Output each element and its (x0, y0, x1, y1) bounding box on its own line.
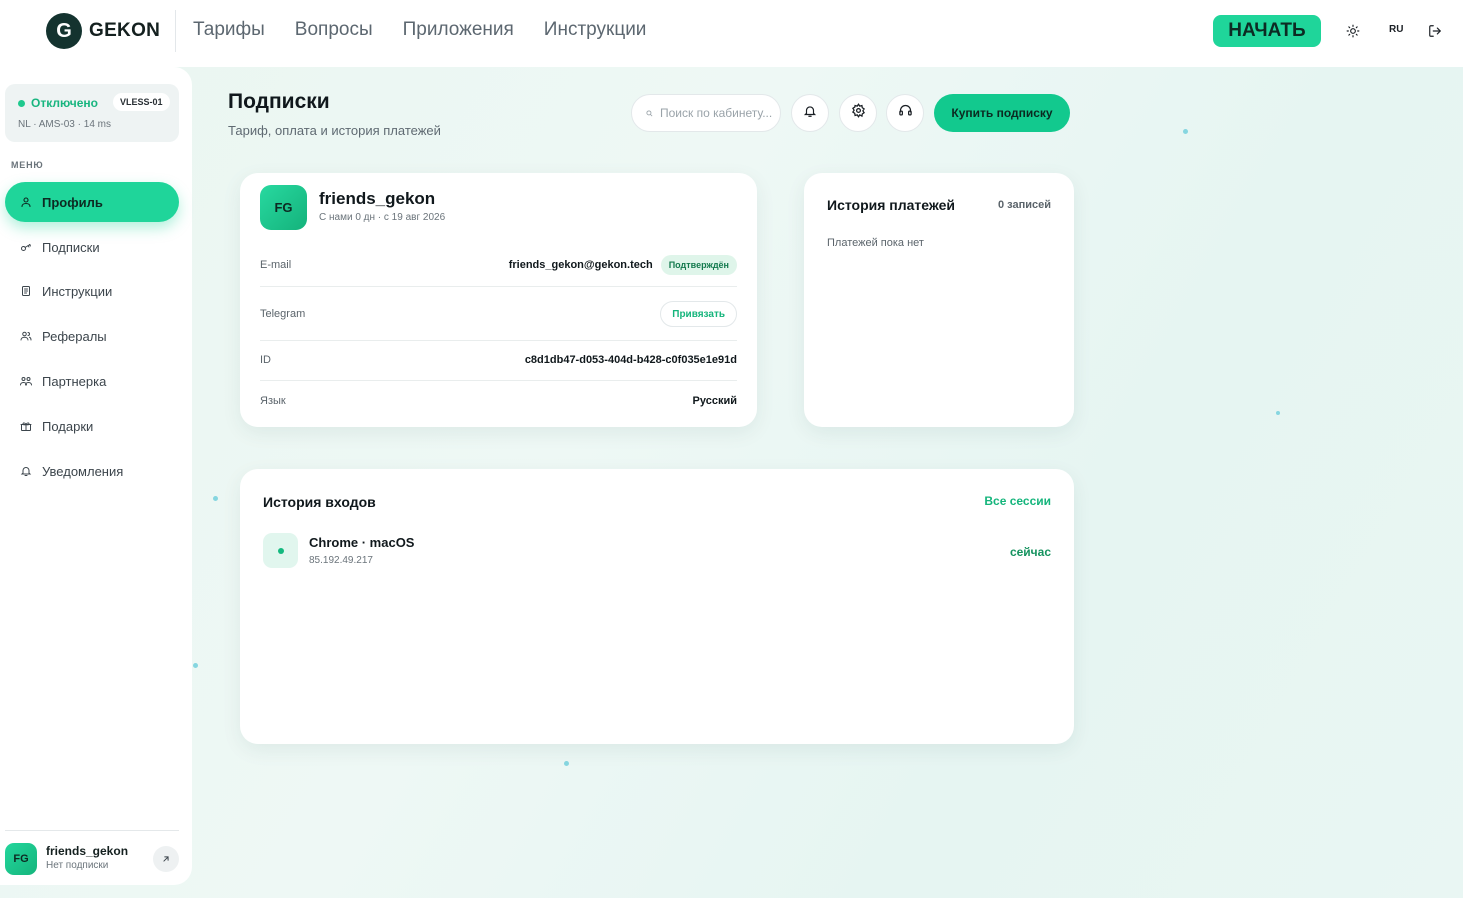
language-switch[interactable]: RU (1389, 24, 1403, 35)
sidebar-item-label: Профиль (42, 194, 103, 210)
sidebar-item-notifications[interactable]: Уведомления (5, 451, 179, 491)
users-icon (19, 330, 32, 343)
profile-card: FG friends_gekon С нами 0 дн · с 19 авг … (240, 173, 757, 427)
divider (260, 340, 737, 341)
settings-button[interactable] (839, 94, 877, 132)
profile-row-telegram: Telegram Привязать (260, 300, 737, 328)
session-device-icon (263, 533, 298, 568)
all-sessions-link[interactable]: Все сессии (984, 494, 1051, 508)
protocol-badge: VLESS-01 (113, 93, 170, 111)
decor-dot (564, 761, 569, 766)
id-label: ID (260, 354, 271, 366)
logout-icon[interactable] (1426, 22, 1444, 40)
sidebar-item-label: Подписки (42, 239, 100, 255)
id-value: c8d1db47-d053-404d-b428-c0f035e1e91d (524, 354, 737, 366)
headset-icon (898, 103, 913, 123)
sidebar-item-gifts[interactable]: Подарки (5, 406, 179, 446)
group-icon (19, 375, 32, 388)
session-device: Chrome · macOS (309, 535, 415, 550)
decor-dot (193, 663, 198, 668)
session-ip: 85.192.49.217 (309, 555, 373, 566)
nav-link-apps[interactable]: Приложения (403, 19, 514, 41)
top-navbar: G GEKON Тарифы Вопросы Приложения Инстру… (0, 0, 1463, 67)
divider (260, 286, 737, 287)
decor-dot (1183, 129, 1188, 134)
status-dot-icon (18, 99, 25, 107)
sidebar: Отключено VLESS-01 NL · AMS-03 · 14 ms М… (0, 67, 192, 885)
sidebar-user: FG friends_gekon Нет подписки (5, 830, 179, 882)
sidebar-user-plan: Нет подписки (46, 860, 109, 871)
session-row[interactable]: Chrome · macOS 85.192.49.217 сейчас (263, 533, 1051, 569)
sidebar-item-instructions[interactable]: Инструкции (5, 271, 179, 311)
user-icon (19, 196, 32, 209)
decor-dot (1276, 411, 1280, 415)
brand-name: GEKON (89, 20, 161, 41)
sidebar-item-label: Партнерка (42, 373, 107, 389)
sidebar-item-subscriptions[interactable]: Подписки (5, 227, 179, 267)
bind-telegram-button[interactable]: Привязать (660, 301, 737, 327)
sidebar-item-profile[interactable]: Профиль (5, 182, 179, 222)
gear-icon (851, 103, 866, 123)
sidebar-user-name: friends_gekon (46, 844, 129, 858)
login-history-title: История входов (263, 494, 376, 510)
language-value[interactable]: Русский (693, 395, 737, 407)
avatar[interactable]: FG (5, 843, 37, 875)
connection-meta: NL · AMS-03 · 14 ms (18, 119, 111, 130)
theme-toggle-sun-icon[interactable] (1344, 22, 1362, 40)
nav-divider (175, 10, 176, 52)
email-label: E-mail (260, 259, 292, 271)
support-button[interactable] (886, 94, 924, 132)
avatar: FG (260, 185, 307, 230)
notifications-button[interactable] (791, 94, 829, 132)
profile-row-language: Язык Русский (260, 391, 737, 411)
connection-status: Отключено (18, 96, 98, 110)
document-icon (19, 285, 32, 298)
gift-icon (19, 420, 32, 433)
sidebar-item-label: Подарки (42, 418, 94, 434)
online-dot-icon (277, 547, 284, 554)
search-icon (646, 104, 653, 122)
search-input[interactable] (660, 106, 778, 120)
bell-icon (803, 104, 817, 123)
sidebar-item-label: Уведомления (42, 463, 124, 479)
nav-link-tariffs[interactable]: Тарифы (193, 19, 265, 41)
start-button[interactable]: НАЧАТЬ (1213, 15, 1321, 47)
payment-empty-state: Платежей пока нет (827, 237, 924, 249)
telegram-label: Telegram (260, 308, 306, 320)
divider (260, 380, 737, 381)
connection-card[interactable]: Отключено VLESS-01 NL · AMS-03 · 14 ms (5, 84, 179, 142)
profile-row-email: E-mail friends_gekon@gekon.tech Подтверж… (260, 253, 737, 277)
page-title: Подписки (228, 90, 330, 113)
sidebar-item-label: Рефералы (42, 328, 107, 344)
brand-logo[interactable]: G GEKON (46, 13, 160, 49)
language-label: Язык (260, 395, 286, 407)
payment-history-card: История платежей 0 записей Платежей пока… (804, 173, 1074, 427)
connection-status-label: Отключено (31, 96, 98, 110)
main-nav: Тарифы Вопросы Приложения Инструкции (193, 19, 646, 41)
search-box[interactable] (631, 94, 781, 132)
page-subtitle: Тариф, оплата и история платежей (228, 123, 441, 138)
nav-link-instructions[interactable]: Инструкции (544, 19, 647, 41)
gekon-logo-icon: G (46, 13, 82, 49)
decor-dot (213, 496, 218, 501)
sidebar-item-partners[interactable]: Партнерка (5, 361, 179, 401)
open-external-icon[interactable] (153, 846, 179, 872)
payment-count: 0 записей (997, 199, 1051, 211)
login-history-card: История входов Все сессии Chrome · macOS… (240, 469, 1074, 744)
menu-title: МЕНЮ (11, 160, 44, 170)
profile-since: С нами 0 дн · с 19 авг 2026 (319, 212, 446, 223)
buy-subscription-button[interactable]: Купить подписку (934, 94, 1070, 132)
email-value: friends_gekon@gekon.tech (508, 259, 653, 271)
status-badge: Подтверждён (660, 255, 737, 275)
nav-link-faq[interactable]: Вопросы (295, 19, 373, 41)
key-icon (19, 241, 32, 254)
payment-history-title: История платежей (827, 197, 956, 213)
profile-row-id: ID c8d1db47-d053-404d-b428-c0f035e1e91d (260, 350, 737, 370)
profile-name: friends_gekon (319, 189, 436, 208)
session-time: сейчас (1009, 545, 1051, 559)
sidebar-item-label: Инструкции (42, 283, 113, 299)
bell-icon (19, 465, 32, 478)
sidebar-item-referrals[interactable]: Рефералы (5, 316, 179, 356)
